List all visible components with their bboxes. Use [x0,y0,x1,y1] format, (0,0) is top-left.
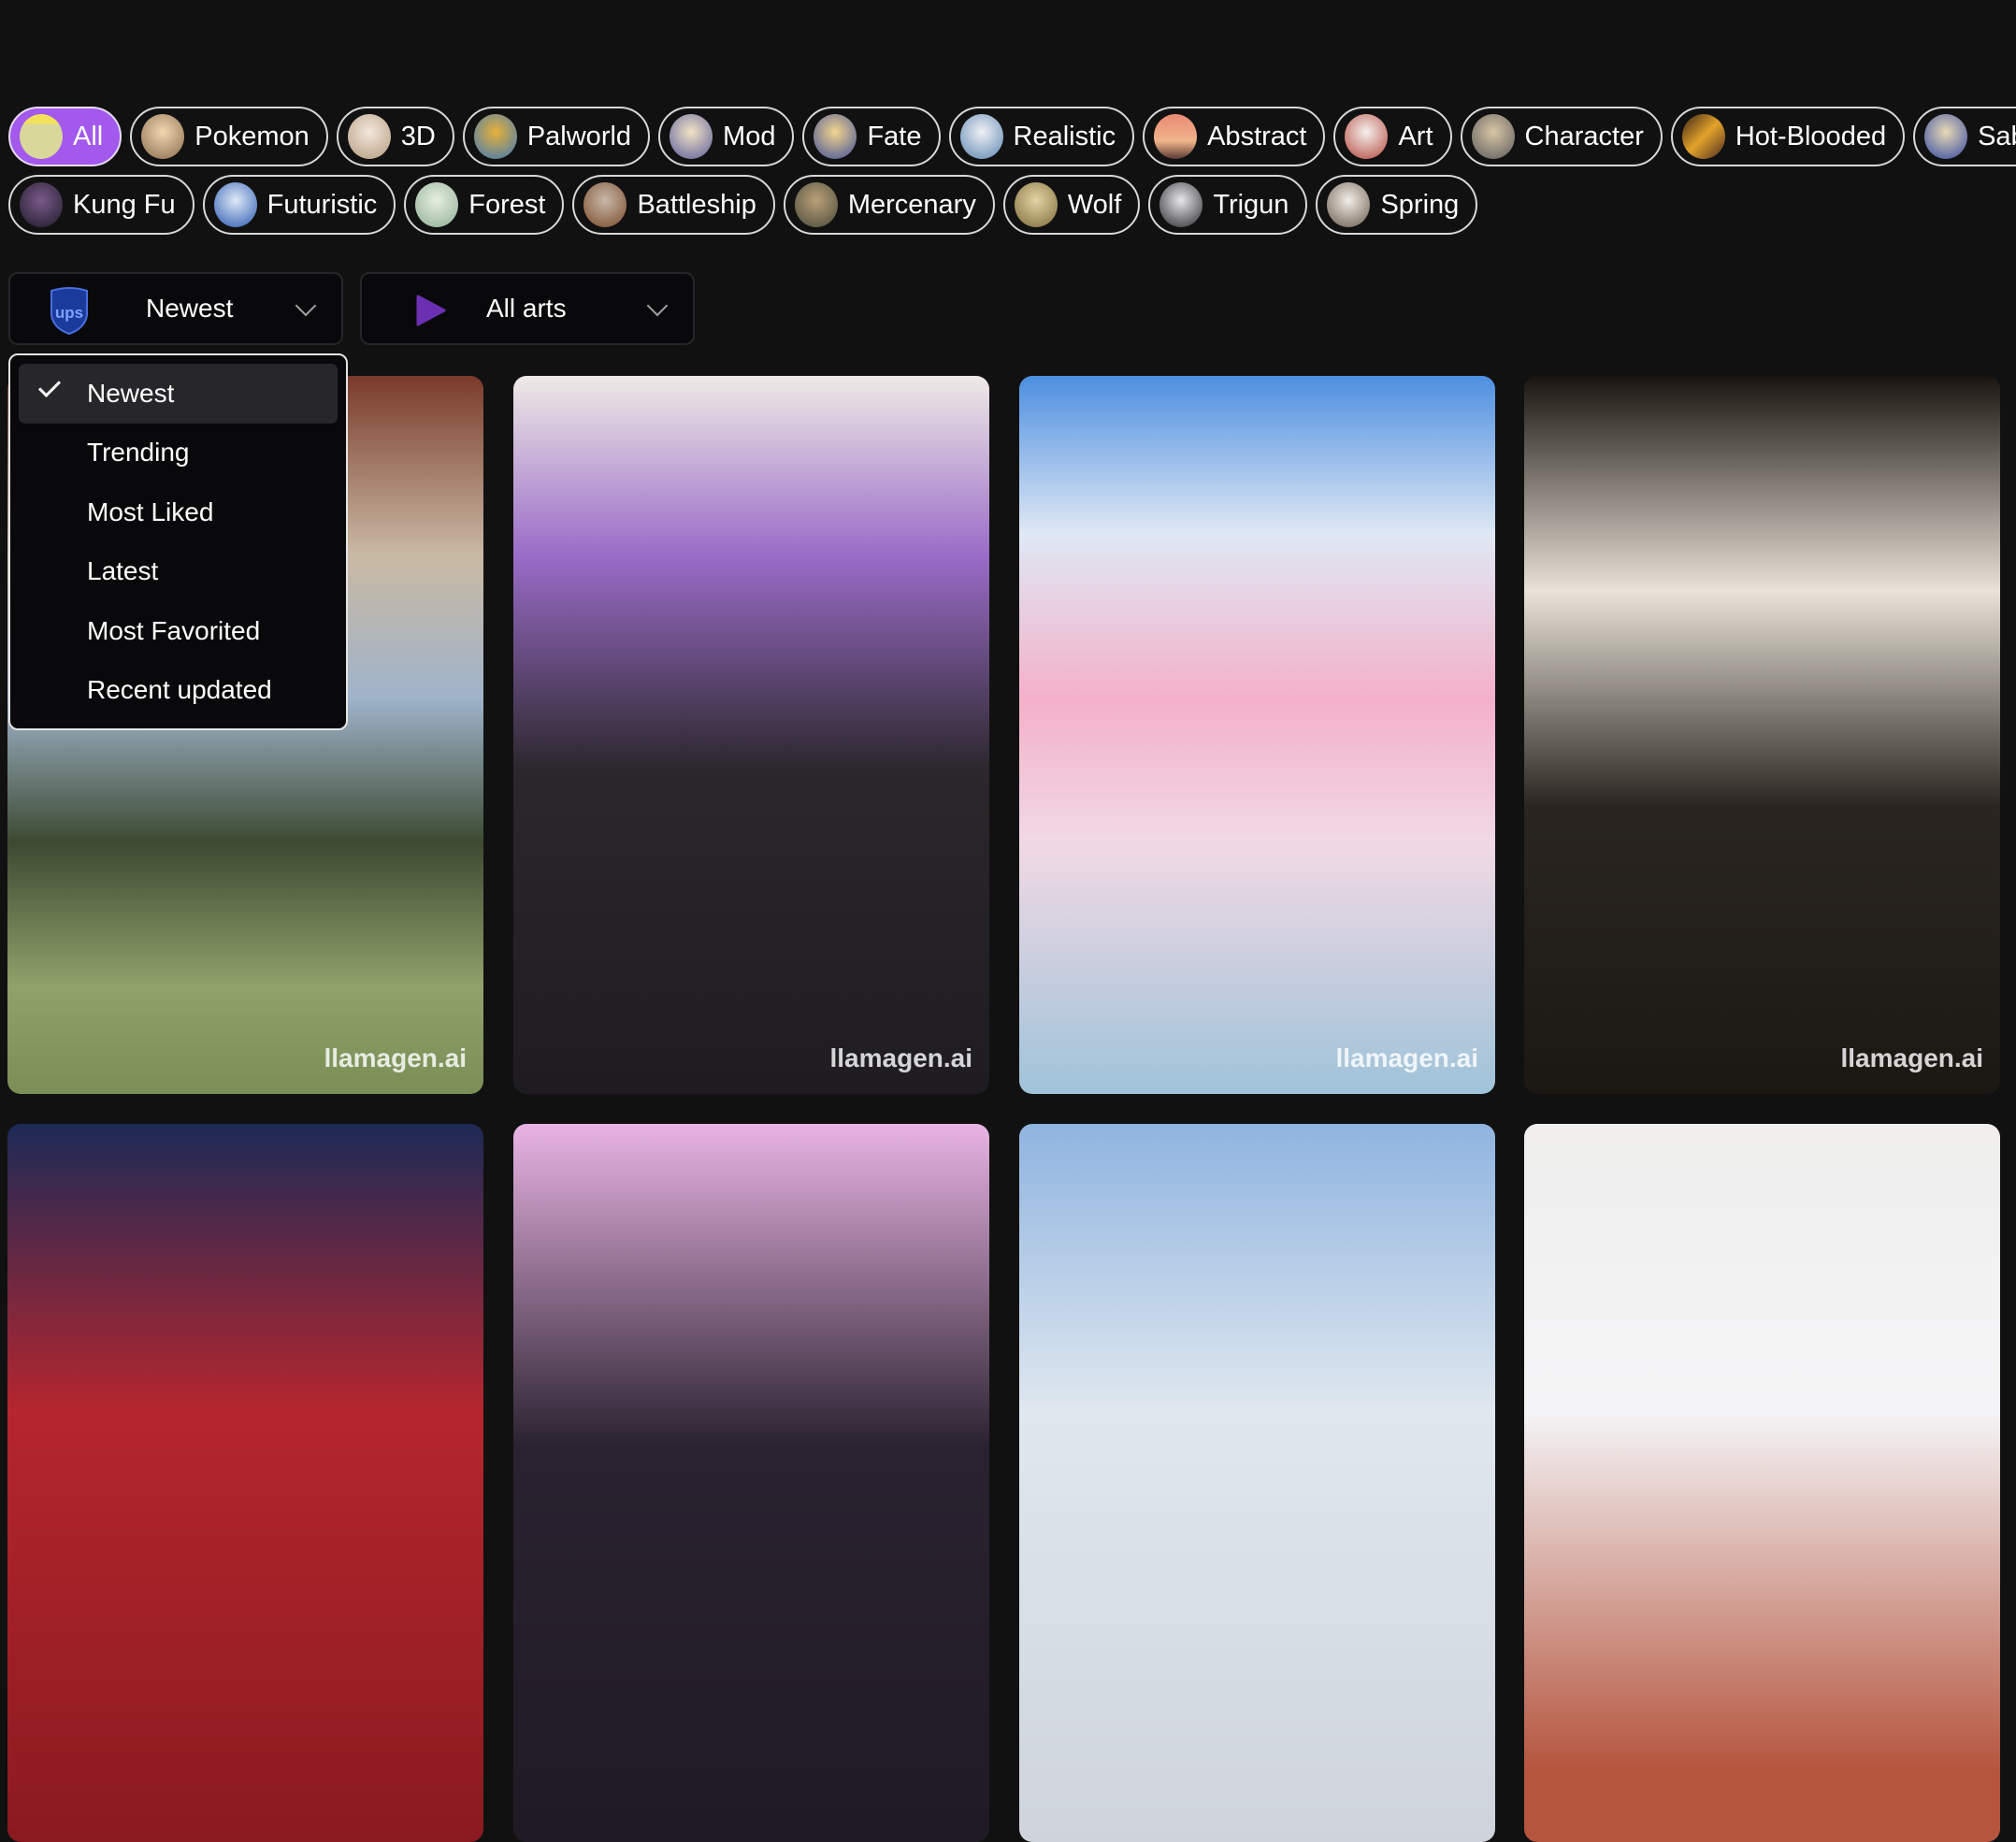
category-chip-trigun[interactable]: Trigun [1148,175,1308,235]
gallery-image-card[interactable] [1524,1124,2000,1842]
category-chip-mod[interactable]: Mod [658,107,795,166]
category-row-1: All Pokemon 3D Palworld Mod Fate Realistic Abst… [8,107,2016,166]
sort-option-label: Most Liked [87,496,214,526]
category-chip-character[interactable]: Character [1460,107,1663,166]
gallery-image-card[interactable]: llamagen.ai [513,376,989,1094]
category-label: Art [1398,121,1433,151]
category-label: Character [1524,121,1644,151]
sort-option-most-liked[interactable]: Most Liked [19,482,338,542]
watermark: llamagen.ai [829,1043,972,1072]
category-thumbnail [1924,114,1968,159]
category-thumbnail [20,182,63,227]
category-chip-mercenary[interactable]: Mercenary [783,175,995,235]
category-chip-art[interactable]: Art [1333,107,1452,166]
sort-dropdown-menu: Newest Trending Most Liked Latest Most Favor… [8,353,348,730]
category-label: Palworld [526,121,632,151]
category-thumbnail [794,182,838,227]
sort-option-trending[interactable]: Trending [19,424,338,483]
category-thumbnail [20,114,63,159]
chevron-down-icon [646,295,669,317]
sort-select[interactable]: ups Newest [8,272,343,345]
gallery-image-card[interactable]: llamagen.ai [1019,376,1495,1094]
category-label: 3D [400,121,436,151]
sort-option-label: Most Favorited [87,615,261,645]
gallery-image-card[interactable] [513,1124,989,1842]
category-chip-kung-fu[interactable]: Kung Fu [8,175,194,235]
category-thumbnail [1471,114,1515,159]
category-label: Realistic [1013,121,1116,151]
category-chip-palworld[interactable]: Palworld [462,107,651,166]
category-thumbnail [959,114,1003,159]
gallery-image-card[interactable] [7,1124,483,1842]
category-chip-hot-blooded[interactable]: Hot-Blooded [1670,107,1906,166]
category-thumbnail [1154,114,1198,159]
check-icon [37,374,62,398]
category-label: Battleship [637,189,756,220]
category-thumbnail [1327,182,1371,227]
category-chip-realistic[interactable]: Realistic [948,107,1135,166]
play-triangle-icon [416,295,446,326]
ups-shield-icon: ups [50,287,88,336]
category-label: Saber [1978,121,2016,151]
category-label: Futuristic [266,189,378,220]
category-chip-pokemon[interactable]: Pokemon [130,107,328,166]
sort-option-label: Recent updated [87,675,272,705]
category-label: Trigun [1213,189,1289,220]
category-label: Hot-Blooded [1735,121,1887,151]
sort-select-value: Newest [146,294,234,323]
category-label: All [73,121,104,151]
category-thumbnail [473,114,517,159]
svg-text:ups: ups [55,304,83,322]
art-type-select-value: All arts [486,294,567,323]
category-chip-all[interactable]: All [8,107,122,166]
gallery-image-card[interactable]: llamagen.ai [1524,376,2000,1094]
category-chip-forest[interactable]: Forest [404,175,565,235]
category-thumbnail [141,114,185,159]
category-chips: All Pokemon 3D Palworld Mod Fate Realistic Abst… [8,107,2016,243]
category-chip-spring[interactable]: Spring [1316,175,1478,235]
watermark: llamagen.ai [324,1043,467,1072]
category-label: Forest [468,189,546,220]
category-chip-saber[interactable]: Saber [1913,107,2016,166]
category-chip-futuristic[interactable]: Futuristic [202,175,396,235]
chevron-down-icon [295,295,317,317]
category-thumbnail [814,114,857,159]
category-label: Kung Fu [73,189,176,220]
category-thumbnail [1681,114,1725,159]
watermark: llamagen.ai [1840,1043,1983,1072]
category-chip-wolf[interactable]: Wolf [1002,175,1141,235]
category-thumbnail [347,114,391,159]
category-label: Mercenary [847,189,976,220]
category-thumbnail [415,182,459,227]
category-chip-fate[interactable]: Fate [802,107,941,166]
category-thumbnail [1014,182,1058,227]
sort-option-latest[interactable]: Latest [19,542,338,602]
category-thumbnail [1345,114,1389,159]
sort-option-label: Latest [87,556,159,586]
category-label: Abstract [1207,121,1307,151]
sort-option-recent-updated[interactable]: Recent updated [19,661,338,721]
category-label: Spring [1380,189,1460,220]
sort-option-label: Newest [87,378,175,408]
category-label: Mod [723,121,776,151]
sort-option-newest[interactable]: Newest [19,364,338,424]
sort-option-label: Trending [87,438,190,468]
category-chip-3d[interactable]: 3D [336,107,454,166]
category-row-2: Kung Fu Futuristic Forest Battleship Mercena… [8,175,2016,235]
category-thumbnail [213,182,257,227]
sort-option-most-favorited[interactable]: Most Favorited [19,601,338,661]
category-thumbnail [583,182,627,227]
category-chip-abstract[interactable]: Abstract [1143,107,1326,166]
category-label: Fate [867,121,922,151]
category-chip-battleship[interactable]: Battleship [572,175,775,235]
category-label: Wolf [1067,189,1122,220]
gallery-image-card[interactable] [1019,1124,1495,1842]
watermark: llamagen.ai [1335,1043,1478,1072]
art-type-select[interactable]: All arts [360,272,695,345]
category-thumbnail [670,114,713,159]
category-label: Pokemon [194,121,310,151]
category-thumbnail [1159,182,1203,227]
